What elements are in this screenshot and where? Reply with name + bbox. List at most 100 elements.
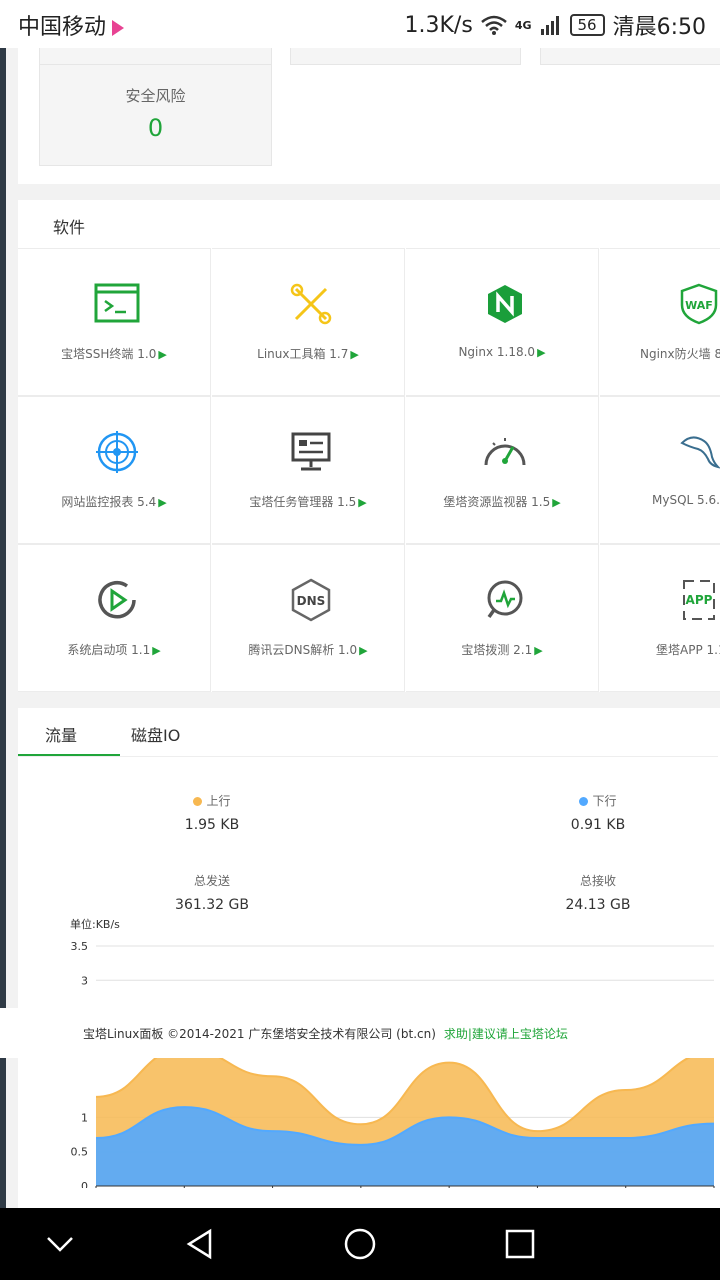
- play-arrow-icon: ▶: [350, 348, 359, 361]
- network-type: 4G: [514, 18, 532, 32]
- active-tab-indicator: [18, 754, 120, 756]
- label-text: 系统启动项 1.1: [67, 643, 151, 657]
- software-item-dns[interactable]: DNS 腾讯云DNS解析 1.0 ▶: [212, 544, 405, 692]
- copyright-text: 宝塔Linux面板 ©2014-2021 广东堡塔安全技术有限公司 (bt.cn…: [83, 1027, 436, 1041]
- battery-level: 56: [569, 14, 605, 36]
- play-arrow-icon: ▶: [158, 496, 167, 509]
- traffic-card: 流量 磁盘IO 上行 1.95 KB 下行 0.91 KB 总发送 361.32…: [18, 708, 720, 1208]
- software-item-label: Nginx 1.18.0 ▶: [406, 345, 598, 359]
- software-item-task-manager[interactable]: 宝塔任务管理器 1.5 ▶: [212, 396, 405, 544]
- recents-icon[interactable]: [504, 1228, 536, 1260]
- play-arrow-icon: ▶: [534, 644, 543, 657]
- software-card: 软件 宝塔SSH终端 1.0 ▶ Linux工具箱 1.7 ▶ Nginx 1.18…: [18, 200, 720, 692]
- security-risk-label: 安全风险: [125, 87, 186, 105]
- software-item-probe[interactable]: 宝塔拨测 2.1 ▶: [406, 544, 599, 692]
- task-manager-icon: [291, 432, 331, 471]
- label-text: Nginx 1.18.0: [458, 345, 536, 359]
- tab-traffic[interactable]: 流量: [45, 722, 77, 746]
- play-arrow-icon: ▶: [359, 644, 368, 657]
- y-tick-label: 3.5: [71, 940, 89, 953]
- software-item-resource-monitor[interactable]: 堡塔资源监视器 1.5 ▶: [406, 396, 599, 544]
- network-speed: 1.3K/s: [404, 12, 473, 38]
- tab-disk-io[interactable]: 磁盘IO: [131, 722, 180, 746]
- software-item-mysql[interactable]: MySQL 5.6.5: [600, 396, 720, 544]
- y-tick-label: 3: [81, 974, 88, 987]
- label-text: MySQL 5.6.5: [652, 493, 720, 507]
- play-arrow-icon: ▶: [158, 348, 167, 361]
- back-icon[interactable]: [184, 1228, 216, 1260]
- play-arrow-icon: ▶: [552, 496, 561, 509]
- y-tick-label: 0: [81, 1180, 88, 1188]
- carrier-name: 中国移动: [18, 15, 107, 40]
- wifi-icon: [481, 15, 507, 35]
- upload-dot-icon: [193, 797, 203, 806]
- y-tick-label: 1: [81, 1111, 88, 1124]
- software-item-label: 宝塔任务管理器 1.5 ▶: [212, 493, 404, 510]
- software-item-startup[interactable]: 系统启动项 1.1 ▶: [18, 544, 211, 692]
- software-item-waf[interactable]: WAF Nginx防火墙 8.: [600, 248, 720, 396]
- chevron-down-icon[interactable]: [44, 1228, 76, 1260]
- software-item-ssh[interactable]: 宝塔SSH终端 1.0 ▶: [18, 248, 211, 396]
- upload-label: 上行: [206, 794, 231, 808]
- software-item-label: 网站监控报表 5.4 ▶: [18, 493, 210, 510]
- signal-icon: [540, 16, 559, 35]
- upload-value: 1.95 KB: [184, 817, 240, 833]
- overview-card: 安全风险 0: [18, 48, 720, 184]
- download-label: 下行: [592, 794, 617, 808]
- gauge-icon: [484, 438, 526, 466]
- software-item-label: MySQL 5.6.5: [652, 493, 720, 507]
- mysql-icon: [680, 436, 720, 469]
- software-item-label: 腾讯云DNS解析 1.0 ▶: [212, 641, 404, 658]
- software-item-toolbox[interactable]: Linux工具箱 1.7 ▶: [212, 248, 405, 396]
- label-text: 堡塔APP 1.1: [656, 643, 720, 657]
- toolbox-icon: [290, 283, 332, 325]
- upload-stat: 上行 1.95 KB: [137, 792, 287, 833]
- software-item-nginx[interactable]: Nginx 1.18.0 ▶: [406, 248, 599, 396]
- play-arrow-icon: ▶: [537, 346, 546, 359]
- svg-text:WAF: WAF: [685, 299, 713, 312]
- label-text: 宝塔拨测 2.1: [461, 643, 533, 657]
- label-text: 网站监控报表 5.4: [61, 495, 157, 509]
- label-text: Linux工具箱 1.7: [257, 347, 349, 361]
- clock: 清晨6:50: [612, 15, 706, 40]
- y-tick-label: 0.5: [71, 1146, 89, 1159]
- panel-page: 安全风险 0 软件 宝塔SSH终端 1.0 ▶ Linux工具箱 1.7 ▶ Ngi…: [0, 48, 720, 1208]
- software-item-label: 堡塔资源监视器 1.5 ▶: [406, 493, 598, 510]
- label-text: 腾讯云DNS解析 1.0: [248, 643, 358, 657]
- software-item-label: 系统启动项 1.1 ▶: [18, 641, 210, 658]
- software-item-label: 宝塔拨测 2.1 ▶: [406, 641, 598, 658]
- svg-text:APP: APP: [686, 593, 713, 607]
- navigation-bar: [0, 1208, 720, 1280]
- waf-icon: WAF: [680, 283, 718, 325]
- overview-box-3: [540, 48, 720, 65]
- play-arrow-icon: ▶: [152, 644, 161, 657]
- home-icon[interactable]: [344, 1228, 376, 1260]
- startup-icon: [98, 581, 136, 619]
- status-bar: 中国移动 1.3K/s 4G 56 清晨6:50: [0, 0, 720, 48]
- software-item-site-monitor[interactable]: 网站监控报表 5.4 ▶: [18, 396, 211, 544]
- software-item-label: Linux工具箱 1.7 ▶: [212, 345, 404, 362]
- play-arrow-icon: ▶: [358, 496, 367, 509]
- security-risk-box[interactable]: 安全风险 0: [39, 64, 272, 166]
- dns-icon: DNS: [291, 578, 331, 622]
- download-value: 0.91 KB: [570, 817, 626, 833]
- software-item-label: 堡塔APP 1.1: [656, 641, 720, 658]
- overview-box-2: [290, 48, 521, 65]
- forum-link[interactable]: 求助|建议请上宝塔论坛: [444, 1027, 568, 1041]
- app-icon: APP: [683, 580, 715, 620]
- nginx-icon: [488, 285, 522, 323]
- probe-icon: [487, 580, 523, 619]
- software-item-app[interactable]: APP 堡塔APP 1.1: [600, 544, 720, 692]
- carrier: 中国移动: [18, 9, 125, 41]
- radar-icon: [96, 431, 138, 473]
- terminal-icon: [94, 283, 140, 323]
- label-text: 宝塔SSH终端 1.0: [61, 347, 157, 361]
- security-risk-value: 0: [147, 114, 164, 142]
- label-text: 堡塔资源监视器 1.5: [443, 495, 551, 509]
- svg-text:DNS: DNS: [297, 594, 326, 608]
- download-dot-icon: [579, 797, 589, 806]
- video-app-icon: [112, 20, 125, 36]
- overview-box-1: [39, 48, 272, 65]
- software-item-label: 宝塔SSH终端 1.0 ▶: [18, 345, 210, 362]
- footer: 宝塔Linux面板 ©2014-2021 广东堡塔安全技术有限公司 (bt.cn…: [0, 1008, 720, 1058]
